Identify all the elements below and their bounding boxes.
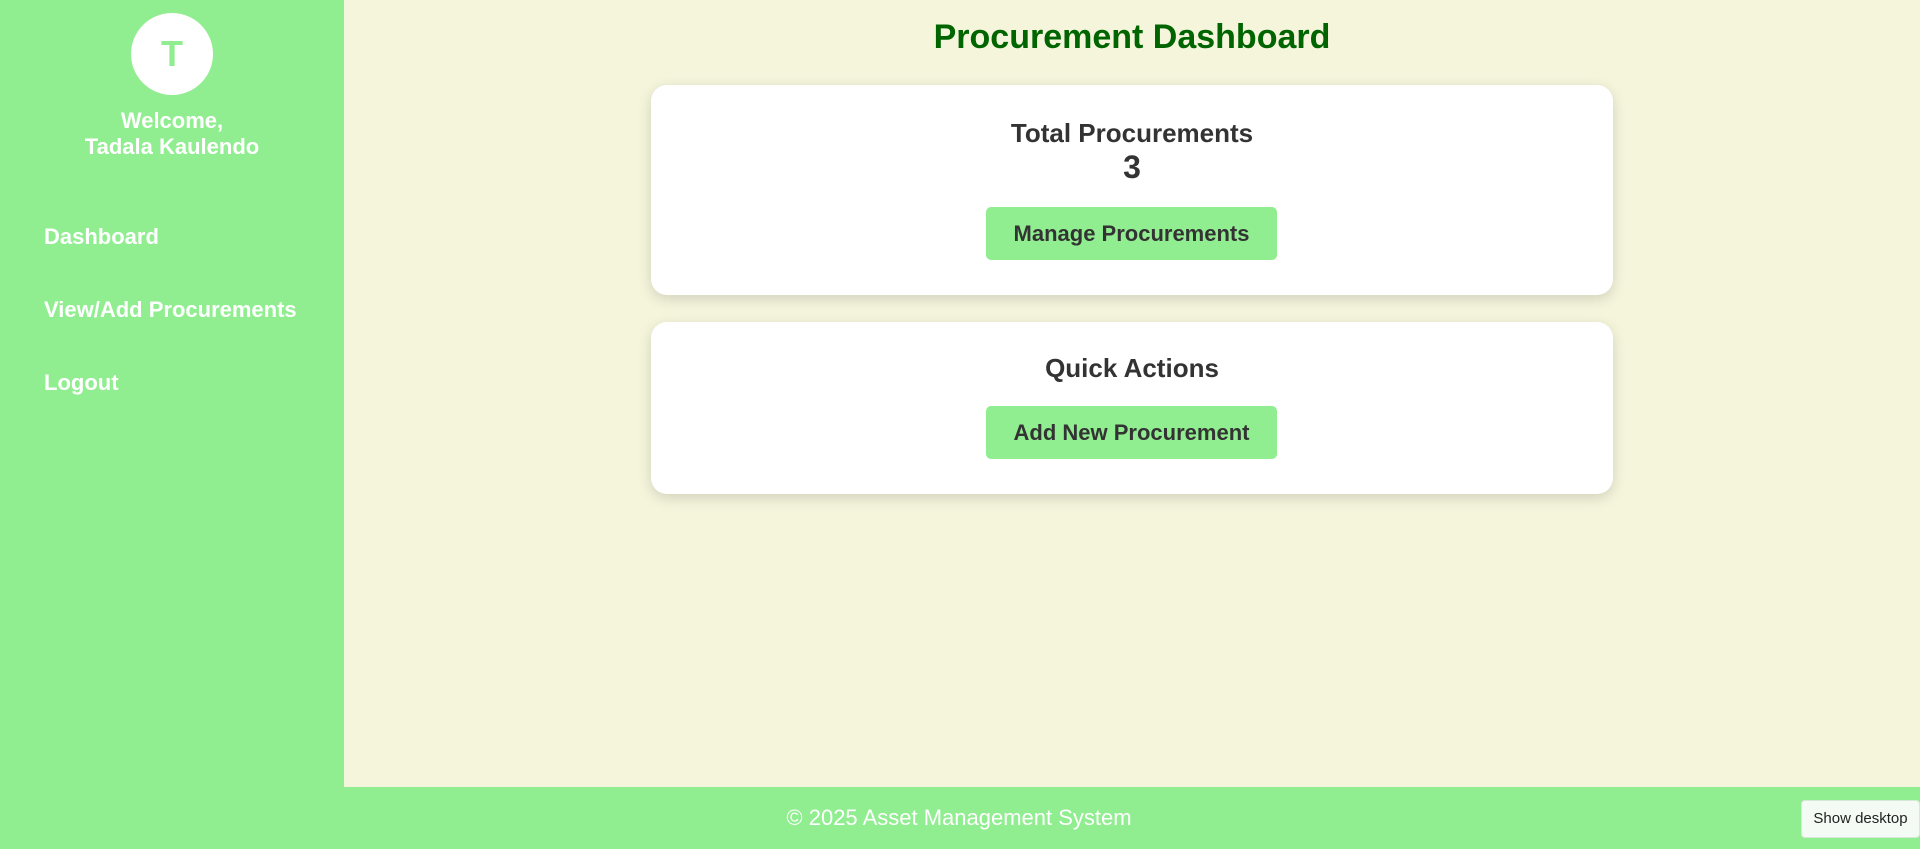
sidebar-item-dashboard[interactable]: Dashboard: [44, 224, 159, 250]
quick-actions-heading: Quick Actions: [1045, 353, 1219, 383]
welcome-message: Welcome, Tadala Kaulendo: [0, 108, 344, 160]
sidebar-item-view-add-procurements[interactable]: View/Add Procurements: [44, 297, 297, 323]
sidebar-item-logout[interactable]: Logout: [44, 370, 119, 396]
welcome-username: Tadala Kaulendo: [84, 134, 260, 159]
quick-actions-card: Quick Actions Add New Procurement: [651, 322, 1613, 494]
footer: © 2025 Asset Management System: [344, 787, 1920, 849]
total-procurements-count: 3: [1123, 149, 1141, 185]
sidebar: T Welcome, Tadala Kaulendo Dashboard Vie…: [0, 0, 344, 849]
avatar: T: [131, 13, 213, 95]
show-desktop-button[interactable]: Show desktop: [1801, 800, 1920, 838]
total-procurements-card: Total Procurements 3 Manage Procurements: [651, 85, 1613, 295]
page-title: Procurement Dashboard: [933, 18, 1331, 56]
add-new-procurement-button[interactable]: Add New Procurement: [986, 406, 1277, 459]
total-procurements-heading: Total Procurements: [1010, 118, 1254, 148]
manage-procurements-button[interactable]: Manage Procurements: [986, 207, 1277, 260]
welcome-greeting: Welcome,: [120, 108, 224, 133]
footer-copyright: © 2025 Asset Management System: [786, 805, 1132, 830]
